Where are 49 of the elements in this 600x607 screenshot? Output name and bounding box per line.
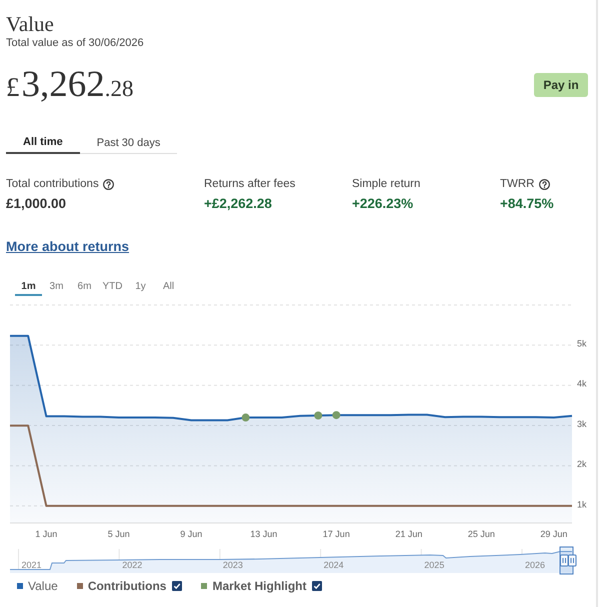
navigator-year-label: 2026 — [525, 560, 546, 570]
period-tab[interactable]: All time — [6, 132, 80, 154]
y-axis-label: 5k — [577, 338, 587, 349]
stat-value: +84.75% — [500, 195, 555, 213]
more-about-returns-link[interactable]: More about returns — [6, 238, 130, 256]
navigator-year-label: 2021 — [22, 560, 42, 570]
x-axis-label: 25 Jun — [468, 529, 495, 539]
range-handle[interactable] — [560, 554, 568, 566]
stat-label: Returns after fees — [204, 177, 296, 191]
stat-value: +226.23% — [352, 195, 414, 213]
value-date-caption: Total value as of 30/06/2026 — [6, 36, 145, 50]
navigator-year-label: 2024 — [324, 560, 344, 570]
stat-label: Total contributions — [6, 177, 99, 191]
legend-label: Value — [28, 580, 58, 592]
help-icon[interactable] — [102, 178, 114, 190]
range-tab[interactable]: 6m — [71, 278, 98, 296]
help-icon[interactable] — [538, 178, 550, 190]
x-axis-label: 5 Jun — [108, 529, 130, 539]
y-axis-label: 1k — [577, 499, 587, 510]
navigator-year-label: 2025 — [424, 560, 444, 570]
x-axis-label: 1 Jun — [35, 529, 58, 539]
navigator-year-label: 2022 — [122, 560, 142, 570]
legend-label: Contributions — [88, 580, 166, 592]
stat-label: Simple return — [352, 177, 420, 191]
section-title: Value — [6, 12, 55, 36]
stat-value: +£2,262.28 — [204, 195, 273, 213]
range-tab[interactable]: 1y — [127, 278, 154, 296]
range-tab[interactable]: 3m — [43, 278, 70, 296]
legend-checkbox[interactable] — [172, 581, 182, 591]
stat-label: TWRR — [500, 177, 534, 191]
x-axis-label: 9 Jun — [180, 529, 202, 539]
y-axis-label: 3k — [577, 418, 587, 429]
range-tab[interactable]: All — [155, 278, 182, 296]
range-handle[interactable] — [568, 554, 576, 566]
x-axis-label: 13 Jun — [250, 529, 278, 539]
x-axis-label: 17 Jun — [322, 529, 350, 539]
x-axis-label: 21 Jun — [395, 529, 422, 539]
range-tab[interactable]: 1m — [15, 278, 42, 296]
stat-value: £1,000.00 — [6, 195, 68, 213]
pay-in-button[interactable]: Pay in — [534, 73, 588, 97]
period-tab[interactable]: Past 30 days — [80, 132, 178, 154]
legend-label: Market Highlight — [212, 580, 306, 592]
range-tab[interactable]: YTD — [99, 278, 126, 296]
total-value-amount: £3,262.28 — [6, 67, 134, 107]
legend-checkbox[interactable] — [312, 581, 322, 591]
y-axis-label: 2k — [577, 459, 587, 470]
y-axis-label: 4k — [577, 378, 587, 389]
x-axis-label: 29 Jun — [540, 529, 568, 539]
navigator-year-label: 2023 — [222, 560, 243, 570]
